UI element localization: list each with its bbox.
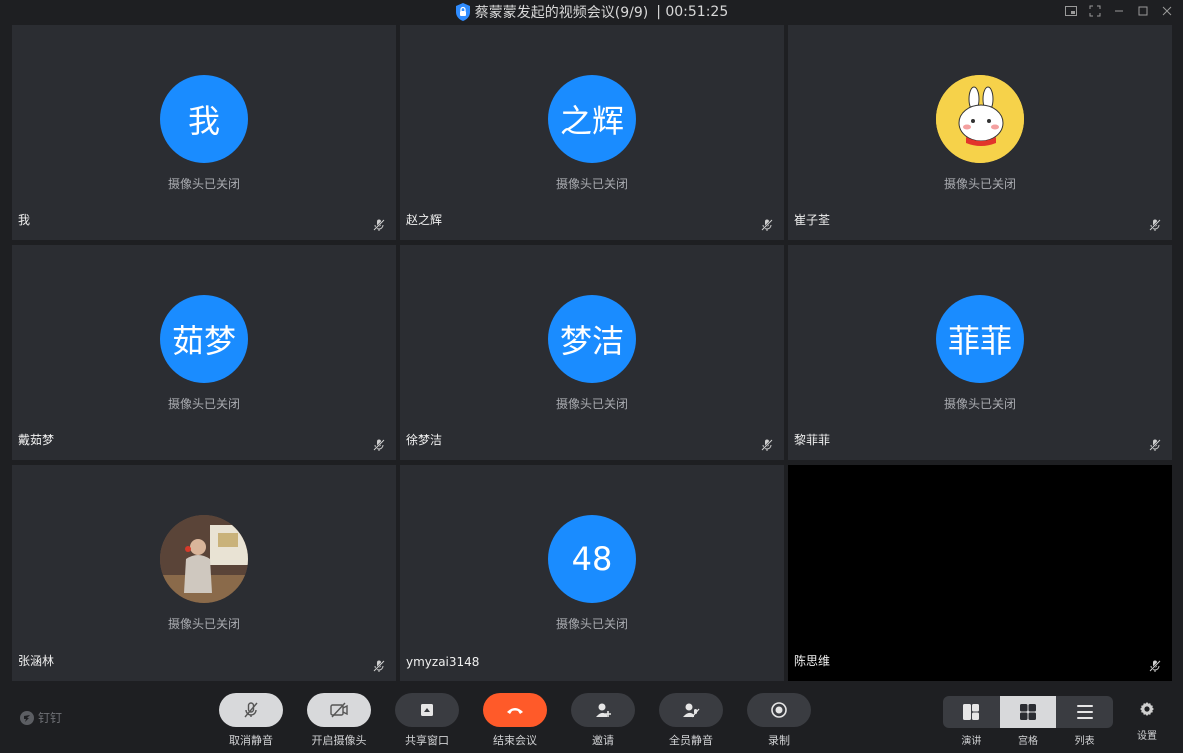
maximize-icon[interactable] bbox=[1135, 3, 1151, 19]
end-meeting-label: 结束会议 bbox=[493, 734, 537, 747]
settings-label: 设置 bbox=[1137, 731, 1157, 742]
avatar: 48 bbox=[548, 515, 636, 603]
record-button[interactable]: 录制 bbox=[747, 693, 811, 748]
layout-grid-label: 宫格 bbox=[1018, 736, 1038, 747]
avatar: 茹梦 bbox=[160, 295, 248, 383]
meeting-timer: | 00:51:25 bbox=[656, 4, 729, 20]
window-title: 蔡蒙蒙发起的视频会议(9/9) bbox=[474, 5, 649, 21]
participant-tile[interactable]: 48 摄像头已关闭 ymyzai3148 bbox=[400, 465, 784, 681]
grid-layout-icon bbox=[1020, 704, 1036, 720]
participant-name: 崔子荃 bbox=[794, 213, 831, 227]
dingtalk-logo-icon bbox=[20, 710, 34, 725]
mic-muted-icon bbox=[1149, 219, 1161, 231]
avatar: 梦洁 bbox=[548, 295, 636, 383]
mic-muted-icon bbox=[1149, 439, 1161, 451]
unmute-button[interactable]: 取消静音 bbox=[219, 693, 283, 748]
avatar: 我 bbox=[160, 75, 248, 163]
layout-labels: 演讲 宫格 列表 bbox=[943, 732, 1113, 747]
brand-name: 钉钉 bbox=[38, 711, 63, 725]
minimize-icon[interactable] bbox=[1111, 3, 1127, 19]
camera-on-button[interactable]: 开启摄像头 bbox=[307, 693, 371, 748]
hang-up-icon bbox=[507, 708, 523, 714]
participant-tile[interactable]: 摄像头已关闭 崔子荃 bbox=[788, 25, 1172, 240]
avatar-image bbox=[160, 515, 248, 603]
avatar-image bbox=[936, 75, 1024, 163]
speaker-layout-icon bbox=[963, 704, 980, 720]
layout-speaker-label: 演讲 bbox=[961, 736, 982, 747]
camera-off-label: 摄像头已关闭 bbox=[943, 397, 1016, 411]
camera-on-label: 开启摄像头 bbox=[311, 734, 367, 747]
title-bar: 蔡蒙蒙发起的视频会议(9/9) | 00:51:25 bbox=[0, 0, 1183, 24]
camera-off-label: 摄像头已关闭 bbox=[167, 397, 240, 411]
gear-icon bbox=[1140, 702, 1154, 716]
layout-switcher bbox=[943, 696, 1113, 728]
share-window-button[interactable]: 共享窗口 bbox=[395, 693, 459, 748]
mic-muted-icon bbox=[761, 439, 773, 451]
participant-name: 黎菲菲 bbox=[794, 433, 831, 447]
participant-tile[interactable]: 梦洁 摄像头已关闭 徐梦洁 bbox=[400, 245, 784, 460]
camera-off-icon bbox=[330, 702, 348, 718]
participant-tile[interactable]: 之辉 摄像头已关闭 赵之辉 bbox=[400, 25, 784, 240]
participant-tile[interactable]: 茹梦 摄像头已关闭 戴茹梦 bbox=[12, 245, 396, 460]
record-label: 录制 bbox=[768, 734, 790, 747]
participant-name: 张涵林 bbox=[18, 654, 55, 668]
avatar: 之辉 bbox=[548, 75, 636, 163]
photo-avatar-icon bbox=[160, 515, 248, 603]
mute-all-icon bbox=[683, 703, 700, 718]
participant-tile[interactable]: 我 摄像头已关闭 我 bbox=[12, 25, 396, 240]
mic-muted-icon bbox=[373, 660, 385, 672]
brand-logo: 钉钉 bbox=[20, 709, 62, 726]
share-window-label: 共享窗口 bbox=[405, 734, 449, 747]
camera-off-label: 摄像头已关闭 bbox=[167, 617, 240, 631]
record-icon bbox=[771, 702, 787, 718]
participant-grid: 我 摄像头已关闭 我 之辉 摄像头已关闭 赵之辉 摄像头已关闭 崔子荃 茹梦 摄… bbox=[12, 25, 1172, 681]
participant-name: 戴茹梦 bbox=[18, 433, 55, 447]
camera-off-label: 摄像头已关闭 bbox=[943, 177, 1016, 191]
invite-button[interactable]: 邀请 bbox=[571, 693, 635, 748]
avatar: 菲菲 bbox=[936, 295, 1024, 383]
participant-tile[interactable]: 菲菲 摄像头已关闭 黎菲菲 bbox=[788, 245, 1172, 460]
layout-list-label: 列表 bbox=[1074, 736, 1095, 747]
share-screen-icon bbox=[421, 704, 433, 716]
mic-muted-icon bbox=[244, 702, 258, 718]
meeting-toolbar: 钉钉 取消静音 开启摄像头 共享窗口 结束会议 邀请 全员静音 录制 演讲 宫格… bbox=[0, 681, 1183, 753]
layout-list-button[interactable] bbox=[1056, 696, 1113, 728]
bunny-avatar-icon bbox=[936, 75, 1024, 163]
lock-shield-icon bbox=[455, 3, 470, 21]
camera-off-label: 摄像头已关闭 bbox=[555, 397, 628, 411]
participant-name: 赵之辉 bbox=[406, 213, 443, 227]
camera-off-label: 摄像头已关闭 bbox=[555, 617, 628, 631]
camera-off-label: 摄像头已关闭 bbox=[167, 177, 240, 191]
layout-speaker-button[interactable] bbox=[943, 696, 1000, 728]
mic-muted-icon bbox=[761, 219, 773, 231]
participant-name: 我 bbox=[18, 213, 31, 227]
participant-name: ymyzai3148 bbox=[406, 655, 480, 669]
mic-muted-icon bbox=[373, 219, 385, 231]
unmute-label: 取消静音 bbox=[229, 734, 273, 747]
participant-name: 陈思维 bbox=[794, 654, 831, 668]
mic-muted-icon bbox=[373, 439, 385, 451]
camera-off-label: 摄像头已关闭 bbox=[555, 177, 628, 191]
participant-video-tile[interactable]: 陈思维 bbox=[788, 465, 1172, 681]
settings-button[interactable]: 设置 bbox=[1132, 701, 1162, 742]
layout-grid-button[interactable] bbox=[999, 696, 1057, 728]
end-meeting-button[interactable]: 结束会议 bbox=[483, 693, 547, 748]
window-controls bbox=[1063, 3, 1175, 19]
invite-label: 邀请 bbox=[592, 734, 614, 747]
add-person-icon bbox=[596, 703, 611, 717]
list-layout-icon bbox=[1076, 705, 1093, 719]
mute-all-button[interactable]: 全员静音 bbox=[659, 693, 723, 748]
mic-muted-icon bbox=[1149, 660, 1161, 672]
close-icon[interactable] bbox=[1159, 3, 1175, 19]
pip-icon[interactable] bbox=[1063, 3, 1079, 19]
fullscreen-icon[interactable] bbox=[1087, 3, 1103, 19]
participant-name: 徐梦洁 bbox=[406, 433, 443, 447]
mute-all-label: 全员静音 bbox=[669, 734, 713, 747]
participant-tile[interactable]: 摄像头已关闭 张涵林 bbox=[12, 465, 396, 681]
